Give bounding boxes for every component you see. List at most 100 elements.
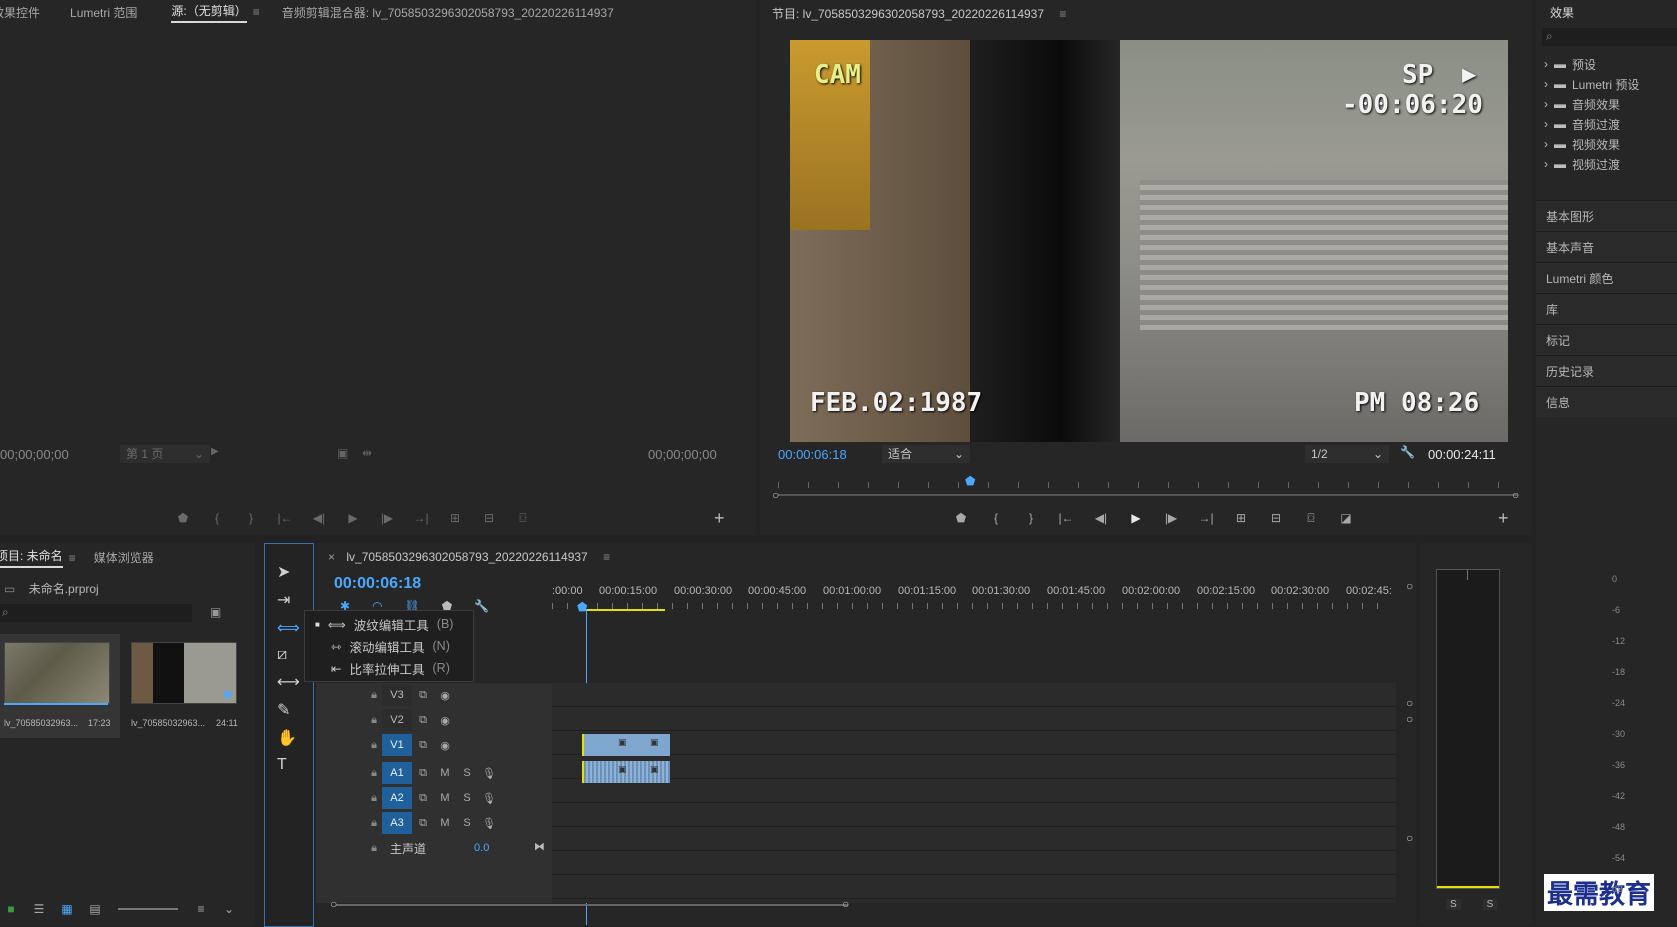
horizontal-scrollbar[interactable] bbox=[336, 904, 848, 906]
scrubber-start-handle[interactable]: ○ bbox=[772, 488, 779, 502]
track-target-v3[interactable]: V3 bbox=[382, 684, 412, 706]
go-to-out-icon[interactable]: →| bbox=[410, 508, 432, 528]
go-to-in-icon[interactable]: |← bbox=[1055, 508, 1077, 528]
section-markers[interactable]: 标记 bbox=[1536, 324, 1677, 355]
meter-solo-button[interactable]: S bbox=[1446, 899, 1461, 910]
mark-out-icon[interactable]: } bbox=[240, 508, 262, 528]
effects-item-audio-effects[interactable]: › ▬ 音频效果 bbox=[1536, 94, 1677, 114]
marker-icon[interactable]: ⬟ bbox=[172, 508, 194, 528]
track-target-v1[interactable]: V1 bbox=[382, 734, 412, 756]
lock-icon[interactable]: 🔒︎ bbox=[366, 817, 382, 830]
play-icon[interactable]: ▶ bbox=[1125, 508, 1147, 528]
step-forward-icon[interactable]: |▶ bbox=[1160, 508, 1182, 528]
page-select[interactable]: 第 1 页 ⌄ bbox=[120, 445, 210, 463]
audio-clip[interactable]: ▣ ▣ bbox=[582, 761, 670, 783]
play-icon[interactable]: ▶ bbox=[342, 508, 364, 528]
sort-icon[interactable]: ≡ bbox=[190, 899, 212, 919]
compare-icon[interactable]: ◪ bbox=[1335, 508, 1357, 528]
extract-icon[interactable]: ⊟ bbox=[1265, 508, 1287, 528]
mark-in-icon[interactable]: { bbox=[206, 508, 228, 528]
sync-lock-icon[interactable]: ⧉ bbox=[412, 689, 434, 702]
lift-icon[interactable]: ⊞ bbox=[1230, 508, 1252, 528]
fit-select[interactable]: 适合 ⌄ bbox=[882, 445, 970, 463]
lock-icon[interactable]: 🔒︎ bbox=[366, 739, 382, 752]
scroll-handle-mid2[interactable]: ○ bbox=[1406, 712, 1413, 726]
chevron-down-icon[interactable]: ⌄ bbox=[218, 899, 240, 919]
section-essential-sound[interactable]: 基本声音 bbox=[1536, 231, 1677, 262]
mute-button[interactable]: M bbox=[434, 792, 456, 804]
eye-icon[interactable]: ◉ bbox=[434, 714, 456, 727]
microphone-icon[interactable]: 🎙︎ bbox=[478, 767, 500, 780]
eye-icon[interactable]: ◉ bbox=[434, 739, 456, 752]
tab-audio-mixer[interactable]: 音频剪辑混合器: lv_7058503296302058793_20220226… bbox=[282, 4, 614, 21]
tab-source[interactable]: 源:（无剪辑） bbox=[171, 2, 247, 23]
go-to-in-icon[interactable]: |← bbox=[274, 508, 296, 528]
step-back-icon[interactable]: ◀| bbox=[1090, 508, 1112, 528]
wrench-icon[interactable]: 🔧 bbox=[1400, 445, 1415, 459]
menu-item-ripple-edit[interactable]: ■ ⟺ 波纹编辑工具 (B) bbox=[305, 613, 473, 635]
mute-button[interactable]: M bbox=[434, 817, 456, 829]
icon-view-icon[interactable]: ▦ bbox=[56, 899, 78, 919]
tab-effect-controls[interactable]: 效果控件 bbox=[0, 4, 40, 21]
add-button-icon[interactable]: + bbox=[1498, 508, 1509, 529]
step-forward-icon[interactable]: |▶ bbox=[376, 508, 398, 528]
insert-icon[interactable]: ⊞ bbox=[444, 508, 466, 528]
camera-icon[interactable]: ⌼ bbox=[512, 508, 534, 528]
panel-menu-icon[interactable]: ≡ bbox=[1059, 7, 1066, 21]
new-bin-icon[interactable]: ▣ bbox=[210, 605, 221, 619]
camera-icon[interactable]: ⌼ bbox=[1300, 508, 1322, 528]
slip-tool-icon[interactable]: ⟷ bbox=[277, 672, 300, 692]
mute-button[interactable]: M bbox=[434, 767, 456, 779]
add-button-icon[interactable]: + bbox=[714, 508, 725, 529]
program-video-frame[interactable]: CAM SP ▶ -00:06:20 FEB.02:1987 PM 08:26 bbox=[790, 40, 1508, 442]
play-small-icon[interactable]: ▶ bbox=[211, 446, 219, 457]
sync-lock-icon[interactable]: ⧉ bbox=[412, 714, 434, 727]
type-tool-icon[interactable]: T bbox=[277, 756, 300, 774]
scroll-handle-mid[interactable]: ○ bbox=[1406, 696, 1413, 710]
sync-lock-icon[interactable]: ⧉ bbox=[412, 817, 434, 830]
video-clip[interactable]: ▣ ▣ bbox=[582, 734, 670, 756]
hscroll-right-handle[interactable]: ○ bbox=[842, 897, 849, 911]
ripple-edit-tool-icon[interactable]: ⟺ bbox=[277, 618, 300, 638]
menu-item-rolling-edit[interactable]: ⇿ 滚动编辑工具 (N) bbox=[305, 635, 473, 657]
clip-item-1[interactable]: lv_70585032963... 17:23 bbox=[0, 634, 120, 738]
hand-tool-icon[interactable]: ✋ bbox=[277, 728, 300, 748]
scroll-handle-bottom[interactable]: ○ bbox=[1406, 831, 1413, 845]
pen-tool-icon[interactable]: ✎ bbox=[277, 700, 300, 720]
lock-icon[interactable]: 🔒︎ bbox=[366, 792, 382, 805]
tab-lumetri-scopes[interactable]: Lumetri 范围 bbox=[70, 4, 137, 21]
solo-button[interactable]: S bbox=[456, 767, 478, 779]
microphone-icon[interactable]: 🎙︎ bbox=[478, 792, 500, 805]
eye-icon[interactable]: ◉ bbox=[434, 689, 456, 702]
list-view-icon[interactable]: ☰ bbox=[28, 899, 50, 919]
sync-lock-icon[interactable]: ⧉ bbox=[412, 792, 434, 805]
effects-item-video-effects[interactable]: › ▬ 视频效果 bbox=[1536, 134, 1677, 154]
mark-in-icon[interactable]: { bbox=[985, 508, 1007, 528]
effects-item-video-transitions[interactable]: › ▬ 视频过渡 bbox=[1536, 154, 1677, 174]
tab-media-browser[interactable]: 媒体浏览器 bbox=[94, 549, 154, 566]
track-target-a2[interactable]: A2 bbox=[382, 787, 412, 809]
menu-item-rate-stretch[interactable]: ⇤ 比率拉伸工具 (R) bbox=[305, 657, 473, 679]
resolution-select[interactable]: 1/2 ⌄ bbox=[1305, 445, 1389, 463]
tab-project[interactable]: 项目: 未命名 bbox=[0, 547, 63, 568]
scroll-handle-top[interactable]: ○ bbox=[1406, 579, 1413, 593]
lock-icon[interactable]: 🔒︎ bbox=[366, 689, 382, 702]
lock-icon[interactable]: 🔒︎ bbox=[366, 767, 382, 780]
scrubber-end-handle[interactable]: ○ bbox=[1512, 488, 1519, 502]
freeform-view-icon[interactable]: ▤ bbox=[84, 899, 106, 919]
razor-tool-icon[interactable]: ⧄ bbox=[277, 646, 300, 664]
insert-small-icon[interactable]: ⇹ bbox=[362, 446, 372, 460]
section-essential-graphics[interactable]: 基本图形 bbox=[1536, 200, 1677, 231]
panel-menu-icon[interactable]: ≡ bbox=[603, 550, 610, 564]
mark-out-icon[interactable]: } bbox=[1020, 508, 1042, 528]
marker-icon[interactable]: ⬟ bbox=[950, 508, 972, 528]
project-search[interactable]: ⌕ bbox=[0, 604, 192, 622]
sync-lock-icon[interactable]: ⧉ bbox=[412, 767, 434, 780]
go-to-out-icon[interactable]: →| bbox=[1195, 508, 1217, 528]
selection-tool-icon[interactable]: ➤ bbox=[277, 562, 300, 582]
clip-item-2[interactable]: ▣ lv_70585032963... 24:11 bbox=[128, 634, 246, 738]
effects-item-lumetri-presets[interactable]: › ▬ Lumetri 预设 bbox=[1536, 74, 1677, 94]
step-back-icon[interactable]: ◀| bbox=[308, 508, 330, 528]
timeline-timecode[interactable]: 00:00:06:18 bbox=[334, 575, 421, 593]
track-target-a1[interactable]: A1 bbox=[382, 762, 412, 784]
